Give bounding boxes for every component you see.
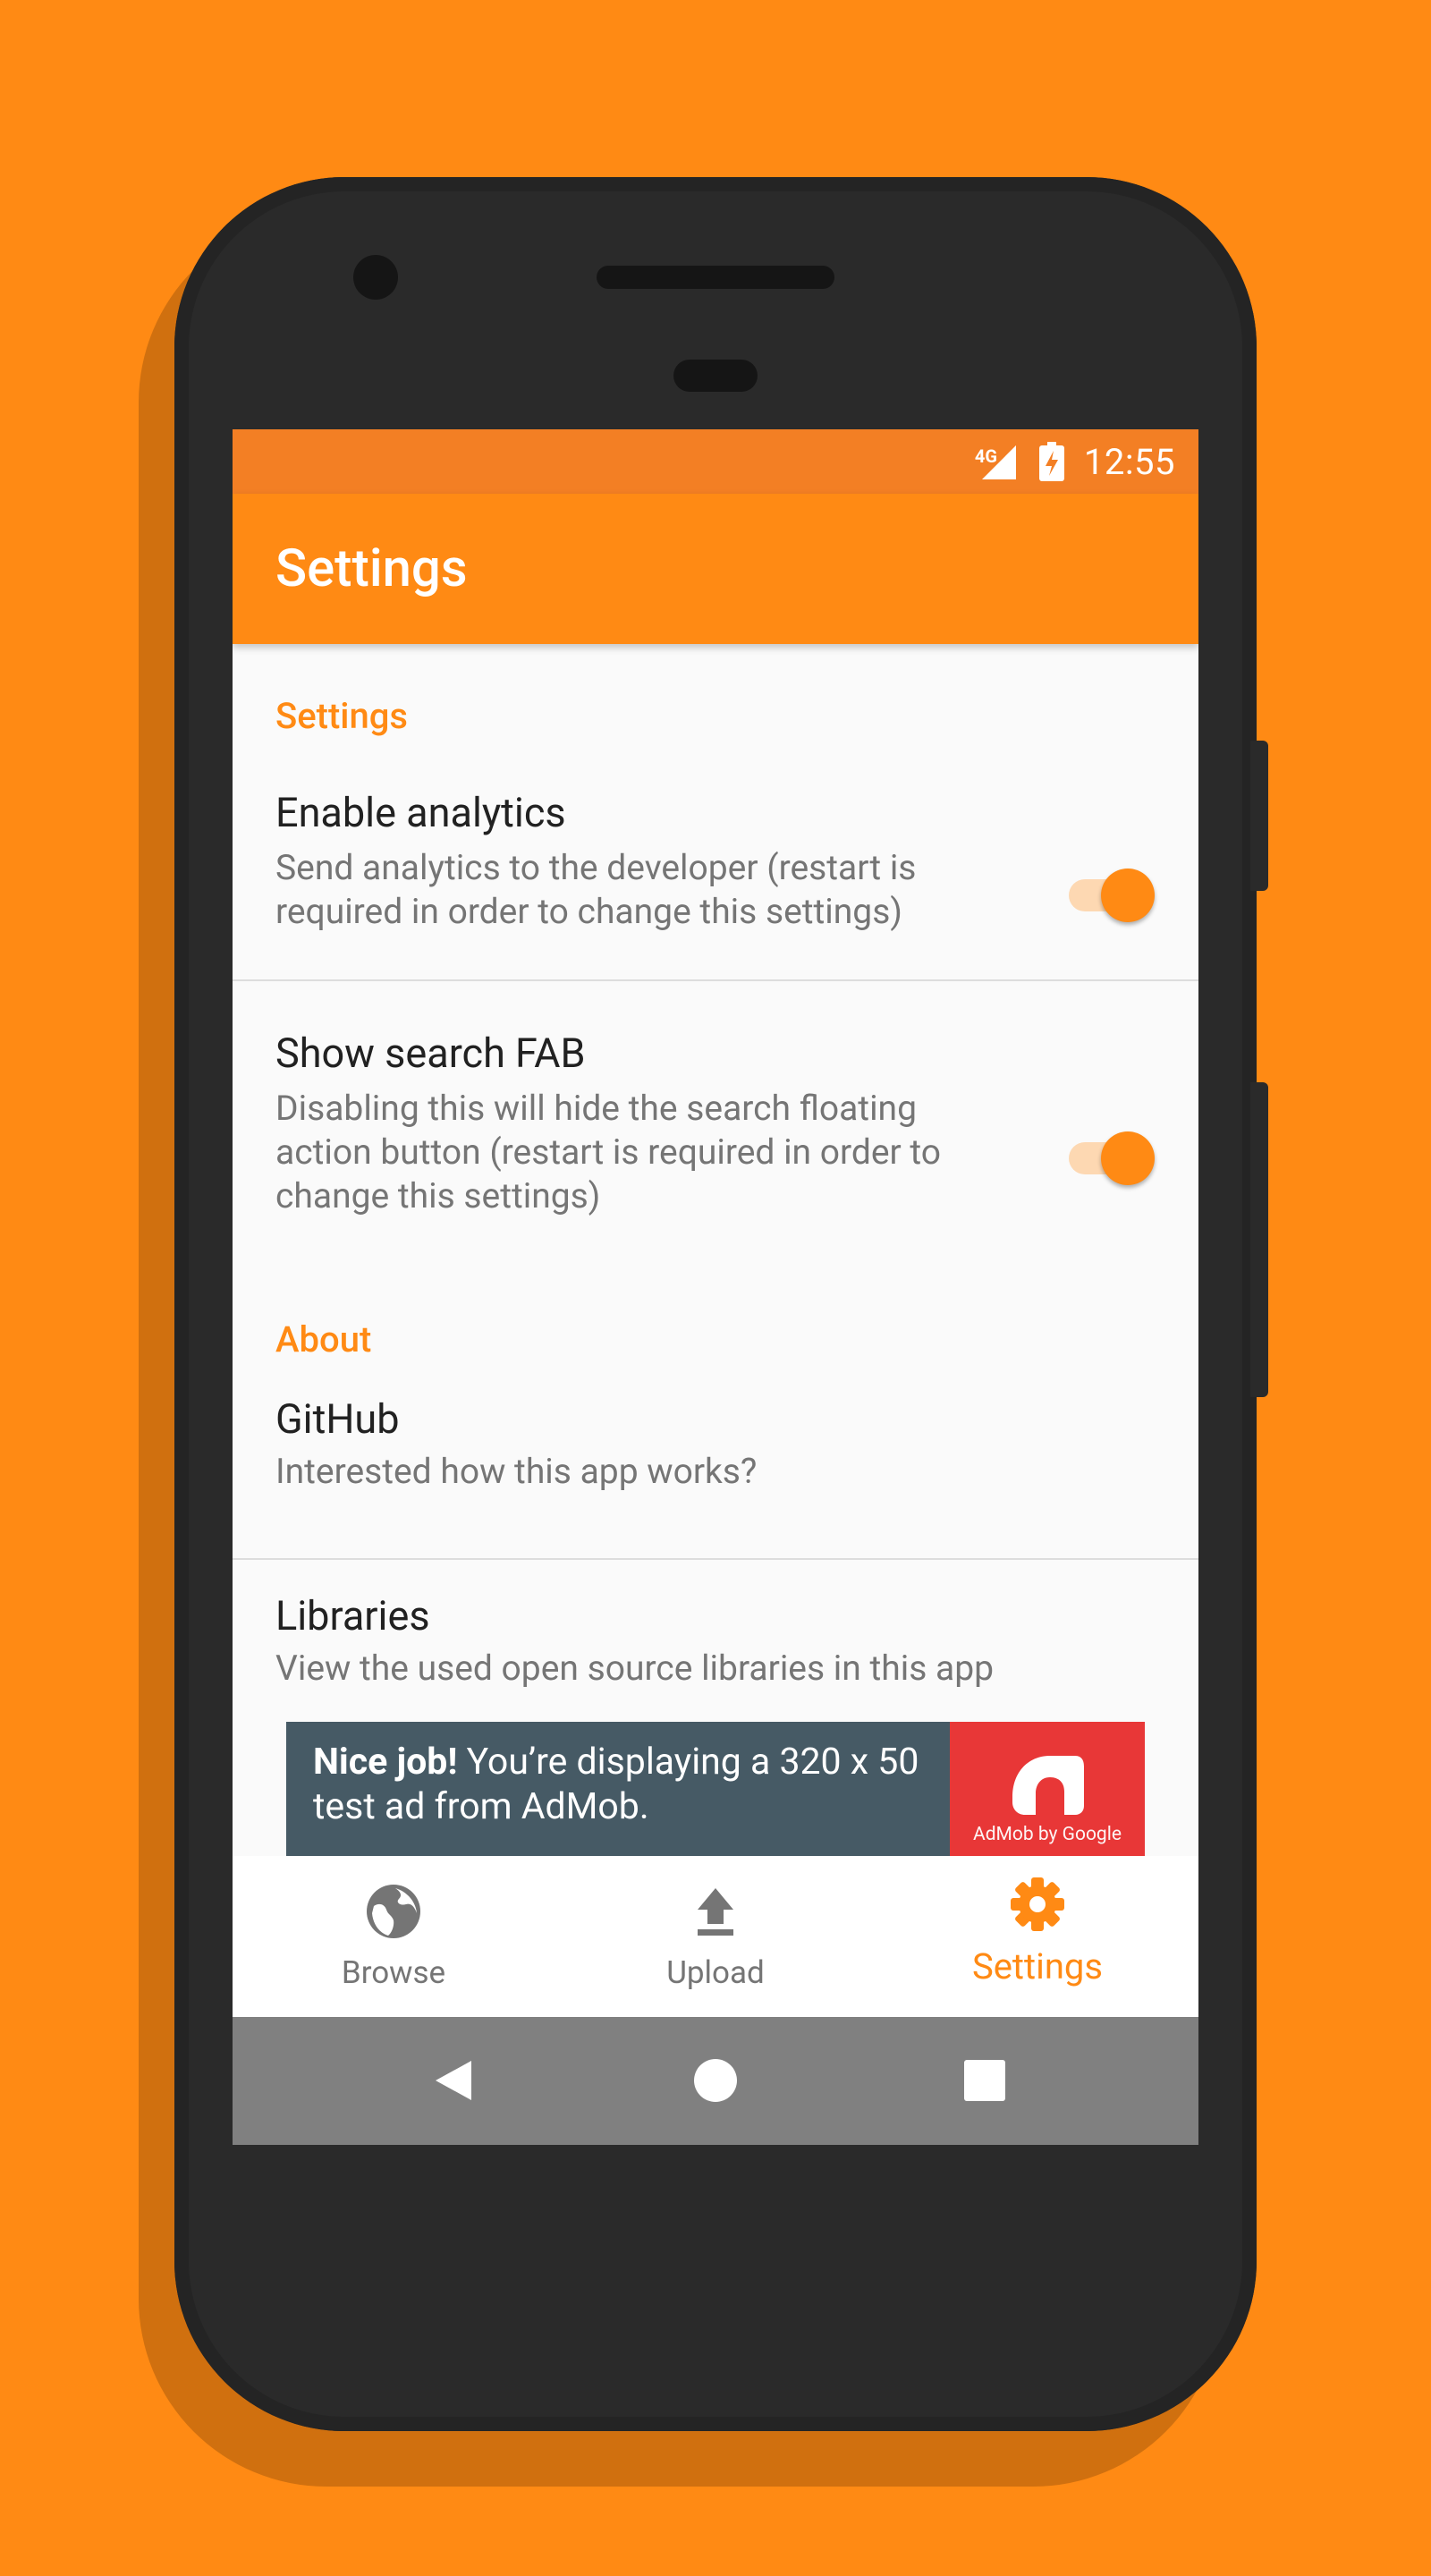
system-navigation-bar: [233, 2017, 1198, 2145]
pref-summary: Disabling this will hide the search floa…: [275, 1088, 942, 1216]
pref-summary: View the used open source libraries in t…: [275, 1648, 995, 1689]
upload-icon: [698, 1888, 733, 1936]
nav-label: Browse: [341, 1954, 446, 1991]
pref-title: GitHub: [275, 1395, 400, 1443]
search-fab-toggle[interactable]: [1060, 1123, 1158, 1185]
earpiece-speaker: [597, 266, 834, 289]
pref-title: Libraries: [275, 1592, 430, 1640]
signal-icon: [981, 445, 1016, 479]
gear-icon: [1011, 1877, 1064, 1931]
status-bar: 4G 12:55: [233, 429, 1198, 494]
signal-indicator: 4G: [975, 440, 1020, 483]
pref-title: Show search FAB: [275, 1030, 586, 1077]
back-icon[interactable]: [430, 2057, 477, 2104]
clock: 12:55: [1083, 440, 1175, 483]
power-button: [1250, 741, 1268, 891]
recents-icon[interactable]: [961, 2057, 1008, 2104]
category-settings: Settings: [275, 695, 409, 737]
divider: [233, 979, 1198, 981]
nav-settings[interactable]: Settings: [876, 1856, 1198, 2017]
ad-brand: AdMob by Google: [973, 1824, 1122, 1845]
divider: [233, 1558, 1198, 1560]
home-icon[interactable]: [692, 2057, 739, 2104]
category-about: About: [275, 1318, 372, 1360]
front-camera: [353, 255, 398, 300]
nav-label: Settings: [971, 1945, 1104, 1987]
pref-summary: Interested how this app works?: [275, 1451, 758, 1492]
screen: 4G 12:55 Settings Settings Enable analyt…: [233, 429, 1198, 2145]
analytics-toggle[interactable]: [1060, 860, 1158, 922]
bottom-navigation: Browse Upload Settings: [233, 1856, 1198, 2017]
ad-headline: Nice job!: [313, 1741, 458, 1784]
test-ad-banner[interactable]: Nice job! You’re displaying a 320 x 50 t…: [286, 1722, 1145, 1856]
ad-message: Nice job! You’re displaying a 320 x 50 t…: [286, 1722, 950, 1856]
globe-icon: [367, 1885, 420, 1938]
toggle-thumb: [1101, 1131, 1155, 1185]
battery-charging-icon: [1038, 442, 1064, 481]
admob-logo: AdMob by Google: [950, 1722, 1145, 1856]
pref-title: Enable analytics: [275, 789, 566, 836]
proximity-sensor: [673, 360, 758, 392]
nav-upload[interactable]: Upload: [555, 1856, 876, 2017]
pref-summary: Send analytics to the developer (restart…: [275, 847, 917, 932]
app-bar: Settings: [233, 494, 1198, 644]
page-title: Settings: [275, 538, 468, 599]
toggle-thumb: [1101, 869, 1155, 922]
nav-label: Upload: [666, 1954, 765, 1991]
volume-button: [1250, 1082, 1268, 1397]
nav-browse[interactable]: Browse: [233, 1856, 555, 2017]
